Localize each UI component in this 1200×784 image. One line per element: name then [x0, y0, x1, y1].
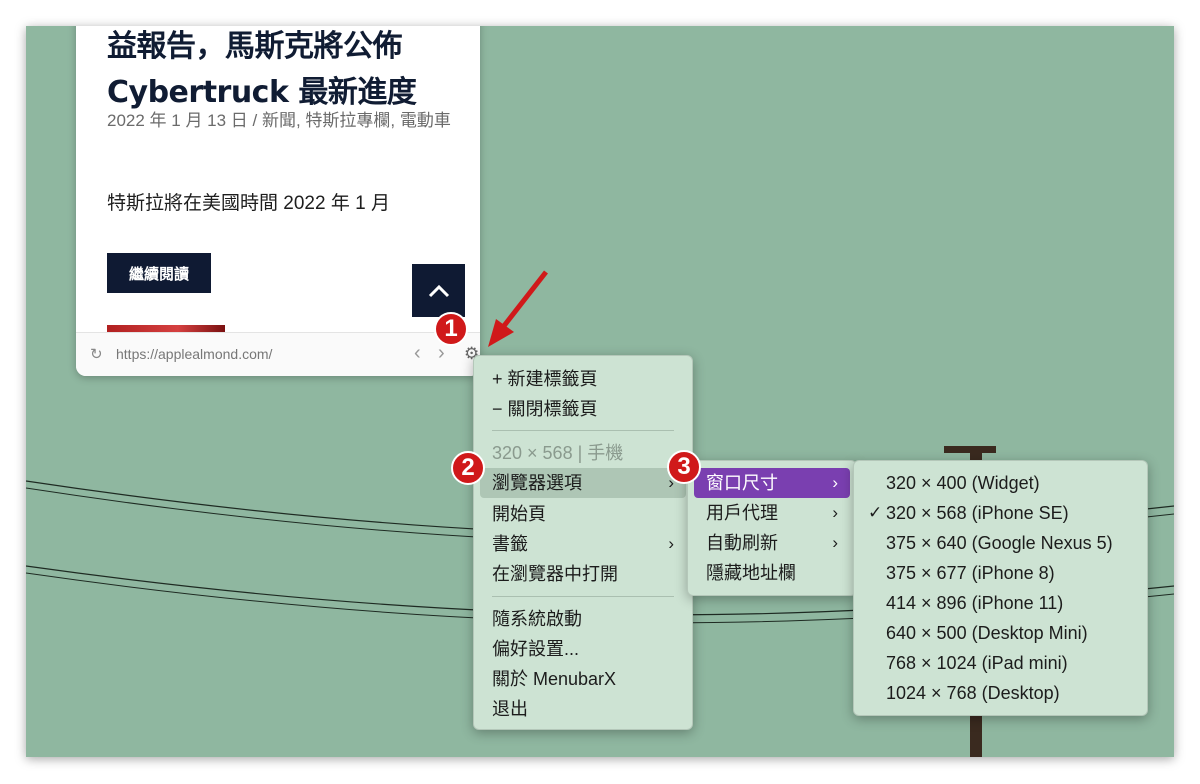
- menu-item-new-tab[interactable]: + 新建標籤頁: [480, 364, 686, 394]
- menu-separator: [492, 430, 674, 431]
- menu-item-bookmarks[interactable]: 書籤 ›: [480, 529, 686, 559]
- url-field[interactable]: https://applealmond.com/: [116, 346, 272, 362]
- size-option[interactable]: 1024 × 768 (Desktop): [860, 678, 1141, 708]
- menu-item-quit[interactable]: 退出: [480, 694, 686, 724]
- size-option[interactable]: 414 × 896 (iPhone 11): [860, 588, 1141, 618]
- scroll-top-button[interactable]: [412, 264, 465, 317]
- size-option[interactable]: 320 × 400 (Widget): [860, 468, 1141, 498]
- menu-item-current-size: 320 × 568 | 手機: [492, 443, 624, 463]
- refresh-icon[interactable]: ↻: [90, 345, 103, 363]
- menu-item-launch-at-login[interactable]: 隨系統啟動: [480, 604, 686, 634]
- submenu-item-user-agent[interactable]: 用戶代理 ›: [694, 498, 850, 528]
- menu-item-label: 用戶代理: [706, 503, 778, 523]
- menu-item-label: 書籤: [492, 534, 528, 554]
- chevron-right-icon: ›: [832, 533, 838, 552]
- submenu-item-hide-address-bar[interactable]: 隱藏地址欄: [694, 558, 850, 588]
- address-bar: ↻ https://applealmond.com/ ‹ › ⚙: [76, 332, 480, 376]
- article-meta: 2022 年 1 月 13 日 / 新聞, 特斯拉專欄, 電動車: [107, 111, 451, 130]
- annotation-badge-1: 1: [434, 312, 468, 346]
- utility-pole-crossbar: [944, 446, 996, 453]
- read-more-button[interactable]: 繼續閱讀: [107, 253, 211, 293]
- size-option[interactable]: 375 × 640 (Google Nexus 5): [860, 528, 1141, 558]
- menu-item-preferences[interactable]: 偏好設置...: [480, 634, 686, 664]
- menu-separator: [492, 596, 674, 597]
- chevron-right-icon: ›: [668, 534, 674, 553]
- article-excerpt: 特斯拉將在美國時間 2022 年 1 月: [107, 193, 390, 214]
- size-option[interactable]: 768 × 1024 (iPad mini): [860, 648, 1141, 678]
- annotation-badge-2: 2: [451, 451, 485, 485]
- checkmark-icon: ✓: [868, 503, 883, 522]
- size-option[interactable]: 640 × 500 (Desktop Mini): [860, 618, 1141, 648]
- annotation-badge-3: 3: [667, 450, 701, 484]
- submenu-item-window-size[interactable]: 窗口尺寸 ›: [694, 468, 850, 498]
- menu-item-about[interactable]: 關於 MenubarX: [480, 664, 686, 694]
- menu-item-close-tab[interactable]: − 關閉標籤頁: [480, 394, 686, 424]
- back-icon[interactable]: ‹: [414, 342, 421, 365]
- menu-item-label: 瀏覽器選項: [492, 473, 582, 493]
- menu-item-start-page[interactable]: 開始頁: [480, 499, 686, 529]
- desktop-background: 益報告，馬斯克將公佈 Cybertruck 最新進度 2022 年 1 月 13…: [26, 26, 1174, 757]
- menubarx-browser-window: 益報告，馬斯克將公佈 Cybertruck 最新進度 2022 年 1 月 13…: [76, 26, 480, 376]
- window-size-submenu: 320 × 400 (Widget) ✓ 320 × 568 (iPhone S…: [853, 460, 1148, 716]
- submenu-item-auto-refresh[interactable]: 自動刷新 ›: [694, 528, 850, 558]
- menu-item-browser-options[interactable]: 瀏覽器選項 ›: [480, 468, 686, 498]
- chevron-up-icon: [428, 284, 449, 297]
- menu-item-label: 窗口尺寸: [706, 473, 778, 493]
- size-option-selected[interactable]: ✓ 320 × 568 (iPhone SE): [860, 498, 1141, 528]
- chevron-right-icon: ›: [832, 503, 838, 522]
- menu-item-open-in-browser[interactable]: 在瀏覽器中打開: [480, 559, 686, 589]
- main-menu: + 新建標籤頁 − 關閉標籤頁 320 × 568 | 手機 瀏覽器選項 › 開…: [473, 355, 693, 730]
- size-option[interactable]: 375 × 677 (iPhone 8): [860, 558, 1141, 588]
- browser-options-submenu: 窗口尺寸 › 用戶代理 › 自動刷新 › 隱藏地址欄: [687, 460, 857, 596]
- menu-item-label: 自動刷新: [706, 533, 778, 553]
- menu-item-label: 320 × 568 (iPhone SE): [886, 503, 1069, 523]
- chevron-right-icon: ›: [832, 473, 838, 492]
- article-title[interactable]: 益報告，馬斯克將公佈 Cybertruck 最新進度: [107, 26, 437, 116]
- forward-icon[interactable]: ›: [438, 342, 445, 365]
